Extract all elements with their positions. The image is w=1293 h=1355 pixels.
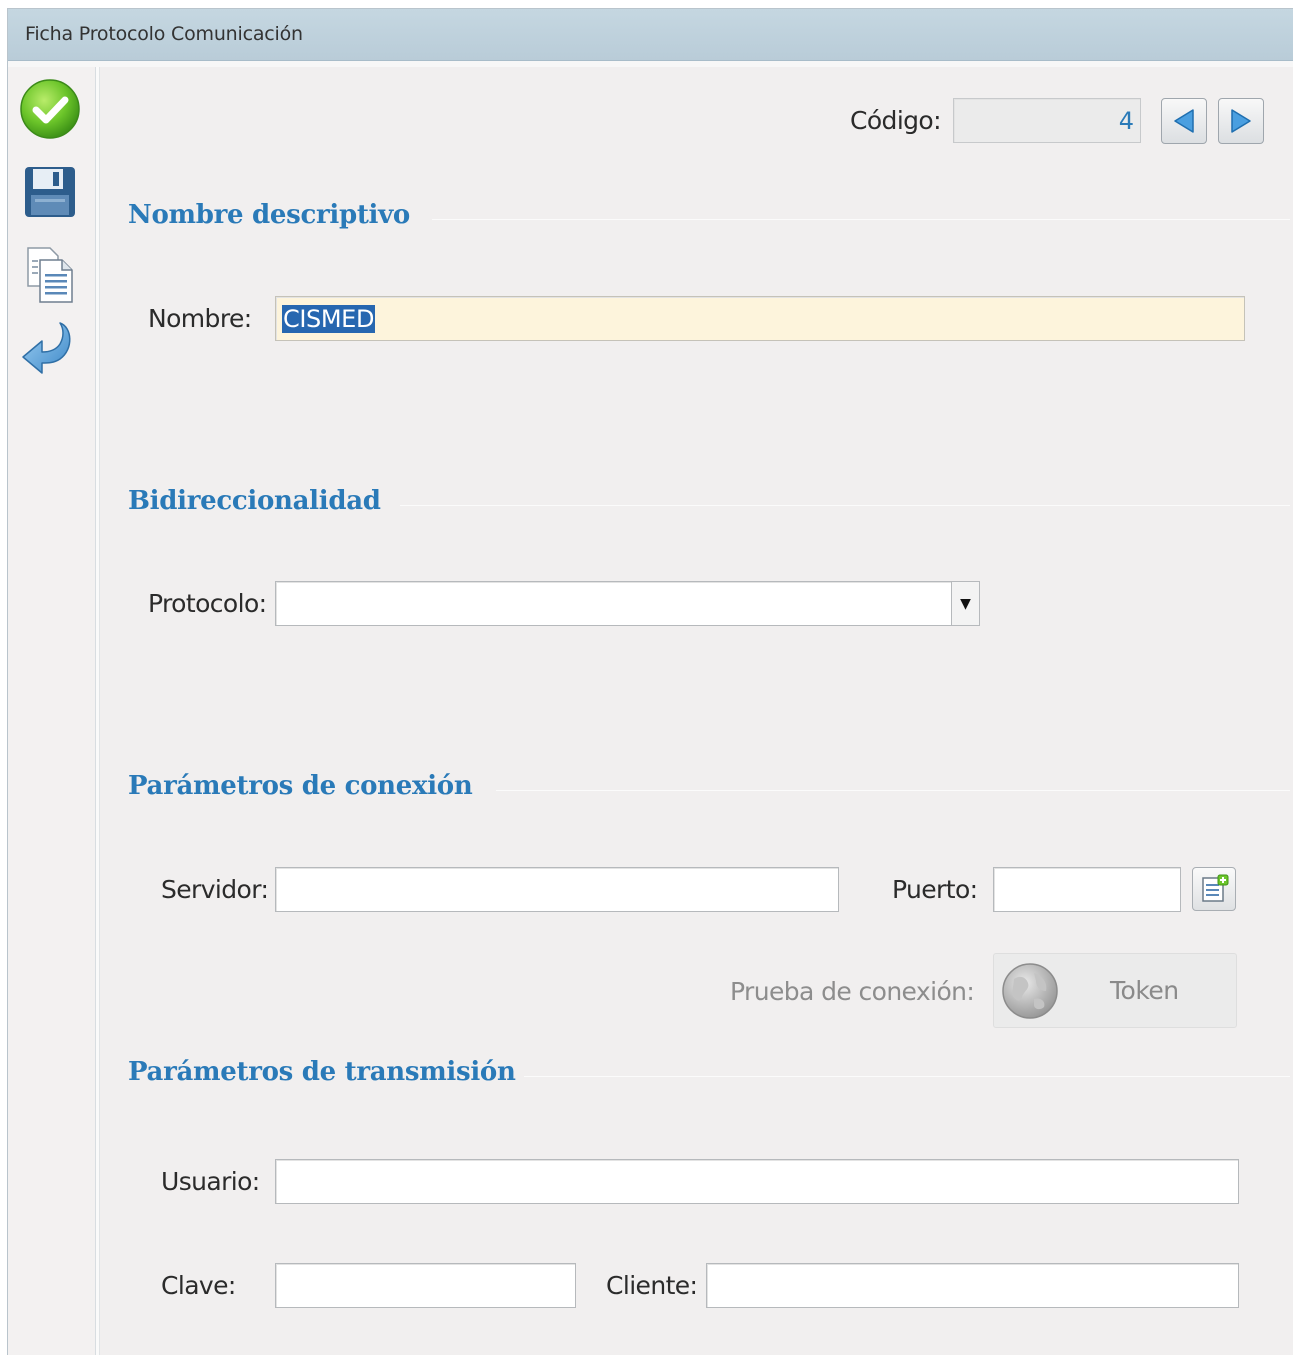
codigo-field: 4 bbox=[953, 98, 1141, 143]
protocolo-select[interactable]: ▼ bbox=[275, 581, 980, 626]
section-title-conexion: Parámetros de conexión bbox=[128, 771, 473, 801]
document-add-icon bbox=[1202, 874, 1229, 902]
dropdown-arrow-icon[interactable]: ▼ bbox=[951, 582, 979, 625]
codigo-value: 4 bbox=[1118, 106, 1134, 135]
section-divider bbox=[524, 1076, 1290, 1077]
section-divider bbox=[400, 505, 1290, 506]
clave-input[interactable] bbox=[275, 1263, 576, 1308]
triangle-right-icon bbox=[1231, 109, 1251, 133]
section-divider bbox=[496, 790, 1290, 791]
puerto-input[interactable] bbox=[993, 867, 1181, 912]
nombre-value: CISMED bbox=[282, 304, 376, 333]
previous-record-button[interactable] bbox=[1161, 98, 1207, 144]
form-content: Código: 4 Nombre descriptivo Nombre: CIS… bbox=[0, 0, 1293, 1355]
triangle-left-icon bbox=[1174, 109, 1194, 133]
clave-label: Clave: bbox=[161, 1271, 236, 1300]
globe-icon bbox=[1002, 963, 1058, 1019]
section-divider bbox=[432, 219, 1290, 220]
puerto-label: Puerto: bbox=[892, 875, 978, 904]
section-title-transmision: Parámetros de transmisión bbox=[128, 1057, 516, 1087]
section-title-nombre-descriptivo: Nombre descriptivo bbox=[128, 200, 410, 230]
servidor-label: Servidor: bbox=[161, 875, 269, 904]
next-record-button[interactable] bbox=[1218, 98, 1264, 144]
nombre-label: Nombre: bbox=[148, 304, 252, 333]
codigo-label: Código: bbox=[850, 106, 942, 135]
protocolo-label: Protocolo: bbox=[148, 589, 267, 618]
usuario-label: Usuario: bbox=[161, 1167, 260, 1196]
cliente-label: Cliente: bbox=[606, 1271, 698, 1300]
prueba-conexion-label: Prueba de conexión: bbox=[730, 977, 975, 1006]
servidor-input[interactable] bbox=[275, 867, 839, 912]
section-title-bidireccionalidad: Bidireccionalidad bbox=[128, 486, 381, 516]
cliente-input[interactable] bbox=[706, 1263, 1239, 1308]
puerto-action-button[interactable] bbox=[1192, 867, 1236, 911]
token-button-label: Token bbox=[1110, 976, 1179, 1005]
token-button[interactable]: Token bbox=[993, 953, 1237, 1028]
nombre-input[interactable]: CISMED bbox=[275, 296, 1245, 341]
usuario-input[interactable] bbox=[275, 1159, 1239, 1204]
